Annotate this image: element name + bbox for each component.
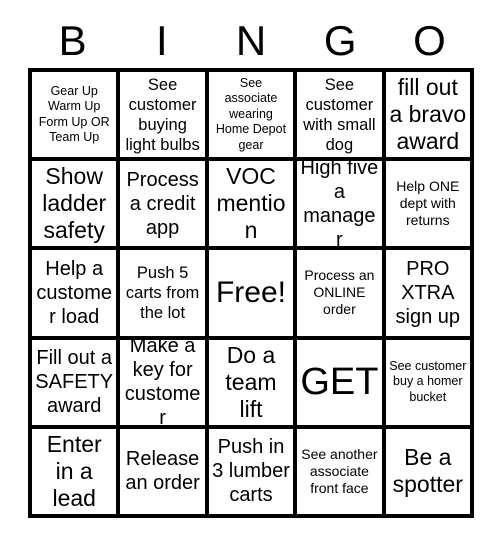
bingo-cell[interactable]: Release an order xyxy=(120,428,209,518)
bingo-cell-label: Release an order xyxy=(125,448,200,495)
bingo-cell-label: Process an ONLINE order xyxy=(304,267,375,318)
bingo-cell[interactable]: GET xyxy=(297,339,386,429)
bingo-cell[interactable]: See customer buying light bulbs xyxy=(120,72,209,162)
bingo-cell-label: See another associate front face xyxy=(301,445,378,496)
bingo-cell[interactable]: Help a customer load xyxy=(32,250,121,340)
bingo-cell-label: Do a team lift xyxy=(225,341,277,422)
bingo-cell[interactable]: See associate wearing Home Depot gear xyxy=(208,72,298,162)
bingo-cell[interactable]: PRO XTRA sign up xyxy=(385,250,474,340)
bingo-cell-label: VOC mention xyxy=(216,163,286,244)
bingo-cell-label: fill out a bravo award xyxy=(389,74,467,155)
bingo-header-row: B I N G O xyxy=(28,14,474,68)
bingo-header-letter-o: O xyxy=(413,17,446,64)
bingo-cell-label: Be a spotter xyxy=(392,444,463,498)
bingo-cell-label: Help a customer load xyxy=(36,257,112,328)
bingo-card: B I N G O Gear Up Warm Up Form Up OR Tea… xyxy=(0,0,502,544)
bingo-header-letter-g: G xyxy=(323,17,357,64)
bingo-cell[interactable]: VOC mention xyxy=(208,161,298,251)
bingo-cell-label: PRO XTRA sign up xyxy=(395,257,461,328)
bingo-cell[interactable]: Push in 3 lumber carts xyxy=(208,428,298,518)
bingo-cell-label: Push 5 carts from the lot xyxy=(125,263,200,322)
bingo-cell[interactable]: Fill out a SAFETY award xyxy=(32,339,121,429)
bingo-cell[interactable]: Do a team lift xyxy=(208,339,298,429)
bingo-cell[interactable]: Enter in a lead xyxy=(32,428,121,518)
bingo-cell[interactable]: See customer with small dog xyxy=(297,72,386,162)
bingo-header-letter-n: N xyxy=(235,17,267,64)
bingo-cell-label: Gear Up Warm Up Form Up OR Team Up xyxy=(38,83,110,145)
bingo-cell-label: Enter in a lead xyxy=(46,430,102,511)
bingo-cell[interactable]: Show ladder safety xyxy=(32,161,121,251)
bingo-cell-label: GET xyxy=(300,361,379,404)
bingo-cell[interactable]: Process a credit app xyxy=(120,161,209,251)
bingo-cell-free-space[interactable]: Free! xyxy=(208,250,298,340)
bingo-free-space-label: Free! xyxy=(215,275,286,309)
bingo-cell[interactable]: See customer buy a homer bucket xyxy=(385,339,474,429)
bingo-cell-label: Make a key for customer xyxy=(124,339,201,429)
bingo-cell-label: Push in 3 lumber carts xyxy=(212,436,290,507)
bingo-cell-label: Process a credit app xyxy=(126,168,199,239)
bingo-cell-label: Fill out a SAFETY award xyxy=(35,347,114,418)
bingo-cell-label: See associate wearing Home Depot gear xyxy=(215,75,287,152)
bingo-grid: Gear Up Warm Up Form Up OR Team Up See c… xyxy=(28,68,474,518)
bingo-cell[interactable]: High five a manager xyxy=(297,161,386,251)
bingo-cell-label: See customer buy a homer bucket xyxy=(389,358,467,404)
bingo-cell-label: See customer with small dog xyxy=(303,75,376,154)
bingo-cell-label: See customer buying light bulbs xyxy=(125,75,200,154)
bingo-cell-label: Help ONE dept with returns xyxy=(396,178,460,229)
bingo-header-letter-b: B xyxy=(58,17,87,64)
bingo-cell[interactable]: Push 5 carts from the lot xyxy=(120,250,209,340)
bingo-cell[interactable]: Be a spotter xyxy=(385,428,474,518)
bingo-cell[interactable]: fill out a bravo award xyxy=(385,72,474,162)
bingo-cell[interactable]: Help ONE dept with returns xyxy=(385,161,474,251)
bingo-cell[interactable]: See another associate front face xyxy=(297,428,386,518)
bingo-cell[interactable]: Process an ONLINE order xyxy=(297,250,386,340)
bingo-cell[interactable]: Make a key for customer xyxy=(120,339,209,429)
bingo-cell-label: High five a manager xyxy=(300,161,379,251)
bingo-cell[interactable]: Gear Up Warm Up Form Up OR Team Up xyxy=(32,72,121,162)
bingo-cell-label: Show ladder safety xyxy=(42,163,107,244)
bingo-header-letter-i: I xyxy=(155,17,168,64)
